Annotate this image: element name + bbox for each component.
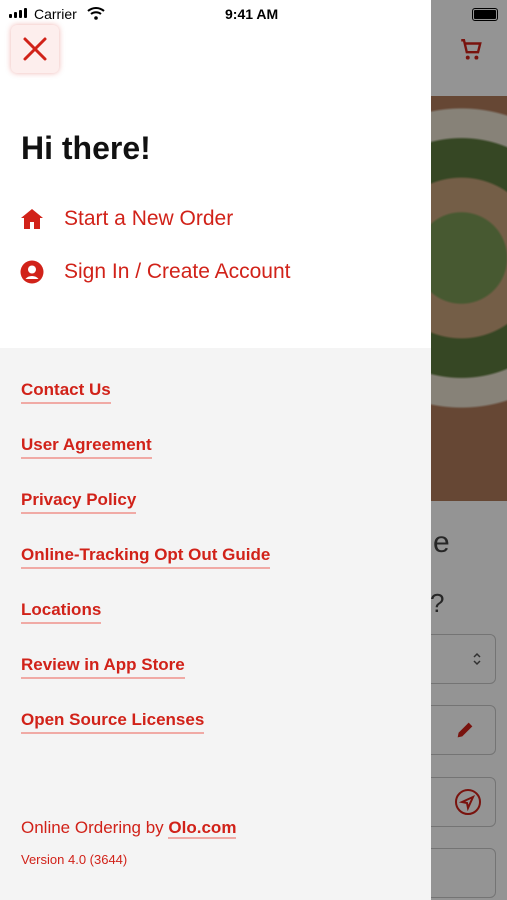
status-bar-right (431, 0, 507, 28)
open-source-licenses-link[interactable]: Open Source Licenses (21, 710, 205, 734)
sign-in-label: Sign In / Create Account (64, 260, 291, 283)
powered-by-text: Online Ordering by (21, 818, 164, 837)
status-bar: Carrier 9:41 AM (0, 0, 431, 28)
powered-by: Online Ordering by Olo.com (21, 818, 237, 839)
signal-icon (9, 8, 27, 18)
locations-link[interactable]: Locations (21, 600, 102, 624)
app-version: Version 4.0 (3644) (21, 852, 128, 867)
battery-icon (472, 8, 498, 21)
close-button[interactable] (11, 25, 59, 73)
navigation-drawer: Hi there! Start a New Order Sign In / Cr… (0, 0, 431, 900)
drawer-header: Hi there! Start a New Order Sign In / Cr… (0, 0, 431, 348)
olo-link[interactable]: Olo.com (168, 818, 237, 839)
privacy-policy-link[interactable]: Privacy Policy (21, 490, 137, 514)
tracking-opt-out-link[interactable]: Online-Tracking Opt Out Guide (21, 545, 271, 569)
user-circle-icon (20, 260, 44, 284)
start-new-order-link[interactable]: Start a New Order (20, 207, 233, 231)
wifi-icon (87, 7, 105, 20)
user-agreement-link[interactable]: User Agreement (21, 435, 152, 459)
home-icon (20, 207, 44, 231)
dim-overlay[interactable] (431, 0, 507, 900)
start-new-order-label: Start a New Order (64, 207, 234, 230)
greeting-heading: Hi there! (21, 130, 151, 166)
review-app-store-link[interactable]: Review in App Store (21, 655, 185, 679)
close-icon (23, 37, 47, 61)
contact-us-link[interactable]: Contact Us (21, 380, 111, 404)
carrier-label: Carrier (34, 6, 77, 22)
sign-in-link[interactable]: Sign In / Create Account (20, 260, 290, 284)
status-time: 9:41 AM (225, 6, 279, 22)
